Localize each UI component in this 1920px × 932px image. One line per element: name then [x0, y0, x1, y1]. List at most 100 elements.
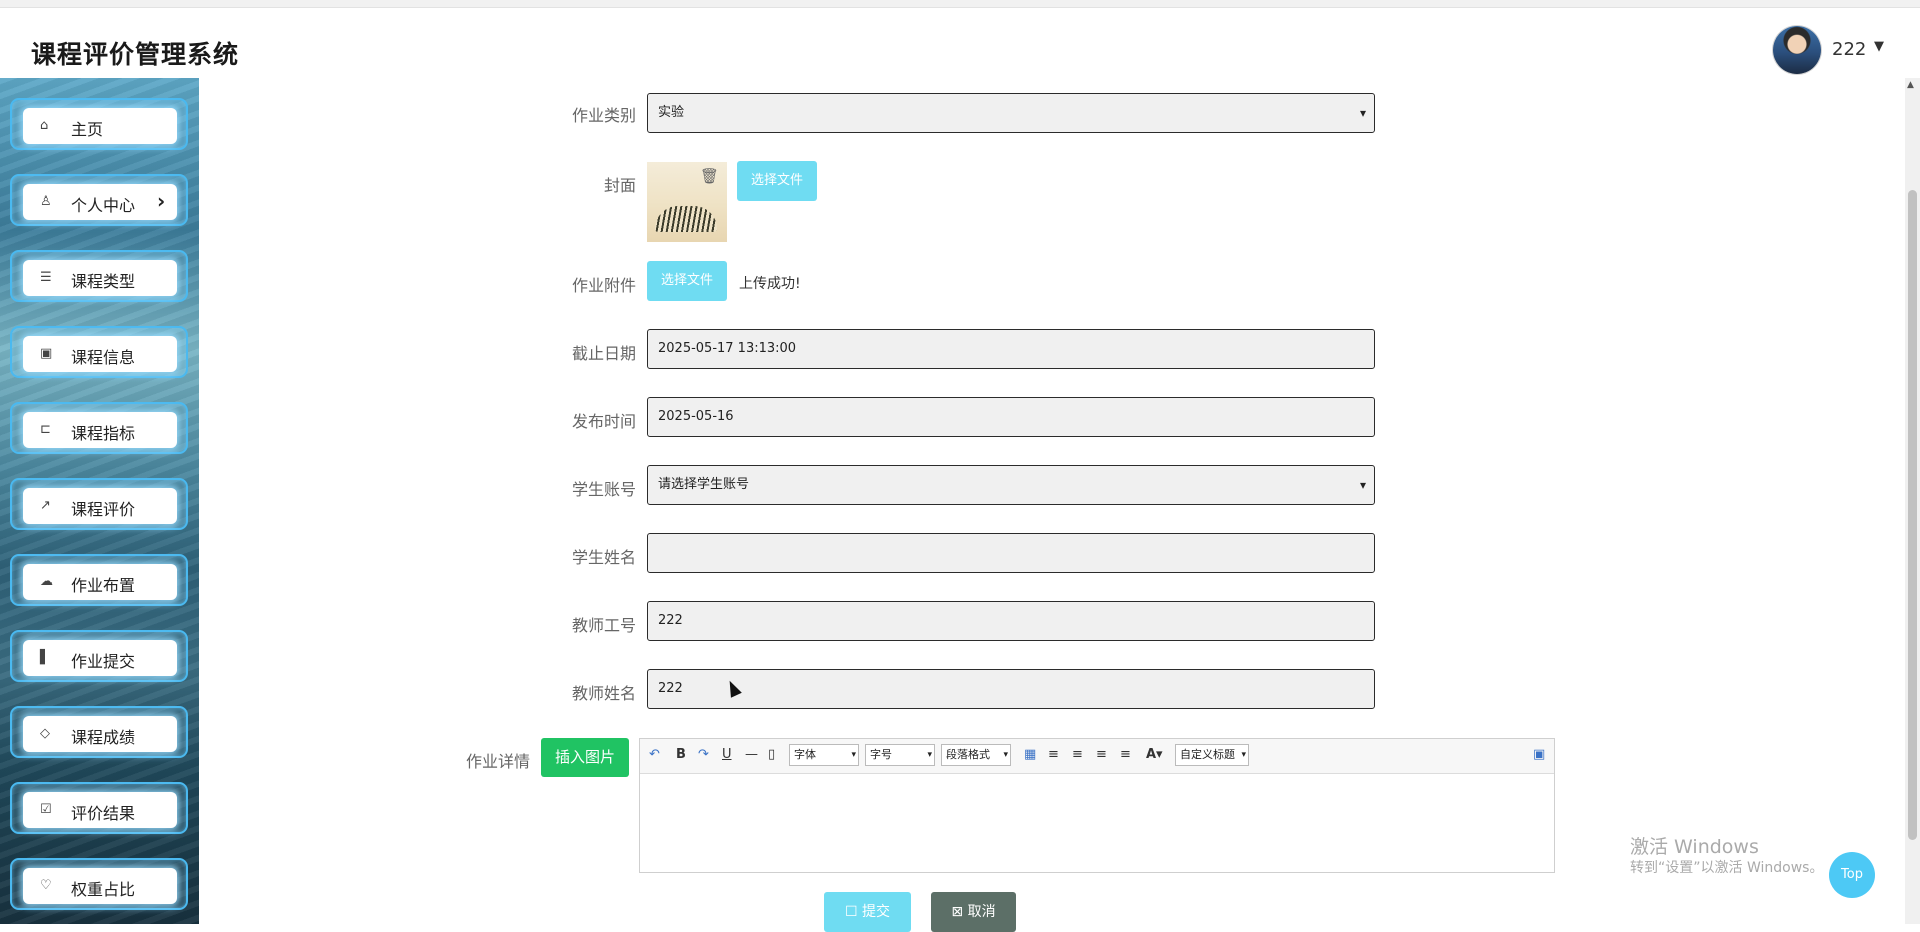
- sidebar-item-body[interactable]: ♡ 权重占比: [23, 868, 177, 904]
- document-icon: ▣: [40, 346, 53, 361]
- sidebar-item-label: 主页: [71, 120, 104, 139]
- upload-status: 上传成功!: [739, 276, 801, 292]
- custom-heading-select[interactable]: 自定义标题 ▾: [1175, 744, 1249, 766]
- back-to-top-button[interactable]: Top: [1829, 852, 1875, 898]
- user-icon: ♙: [40, 194, 52, 209]
- submit-label: 提交: [862, 904, 890, 920]
- sidebar-item-body[interactable]: ◇ 课程成绩: [23, 716, 177, 752]
- redo-icon[interactable]: ↷: [698, 747, 709, 762]
- sidebar-item-body[interactable]: ♙ 个人中心 ›: [23, 184, 177, 220]
- sidebar-item-course-info[interactable]: ▣ 课程信息: [10, 326, 188, 378]
- sidebar-item-label: 课程信息: [71, 348, 136, 367]
- user-name[interactable]: 222: [1832, 39, 1866, 60]
- sidebar-item-body[interactable]: ⊏ 课程指标: [23, 412, 177, 448]
- sidebar-item-label: 权重占比: [71, 880, 136, 899]
- custom-heading-label: 自定义标题: [1180, 748, 1235, 761]
- sidebar-item-weight-ratio[interactable]: ♡ 权重占比: [10, 858, 188, 910]
- attachment-choose-file-button[interactable]: 选择文件: [647, 261, 727, 301]
- size-select[interactable]: 字号 ▾: [865, 744, 935, 766]
- font-color-icon[interactable]: A▾: [1146, 747, 1163, 762]
- teacher-name-field[interactable]: 222: [647, 669, 1375, 709]
- header: 课程评价管理系统 222 ▼: [0, 8, 1920, 78]
- size-select-label: 字号: [870, 748, 892, 761]
- font-select-label: 字体: [794, 748, 816, 761]
- bold-icon[interactable]: B: [676, 747, 686, 762]
- chevron-right-icon[interactable]: ›: [157, 189, 165, 213]
- undo-icon[interactable]: ↶: [649, 747, 660, 762]
- sidebar-item-course-type[interactable]: ☰ 课程类型: [10, 250, 188, 302]
- deadline-label: 截止日期: [572, 344, 637, 363]
- deadline-field[interactable]: 2025-05-17 13:13:00: [647, 329, 1375, 369]
- category-select[interactable]: 实验 ▾: [647, 93, 1375, 133]
- sidebar-item-body[interactable]: ☰ 课程类型: [23, 260, 177, 296]
- activation-watermark-subtitle: 转到“设置”以激活 Windows。: [1630, 860, 1824, 876]
- sidebar-item-body[interactable]: ☁ 作业布置: [23, 564, 177, 600]
- sidebar-item-course-grades[interactable]: ◇ 课程成绩: [10, 706, 188, 758]
- sidebar-item-homework-submit[interactable]: ▌ 作业提交: [10, 630, 188, 682]
- insert-image-button[interactable]: 插入图片: [541, 738, 629, 777]
- caret-down-icon[interactable]: ▼: [1874, 39, 1884, 54]
- sidebar-item-body[interactable]: ☑ 评价结果: [23, 792, 177, 828]
- teacher-name-label: 教师姓名: [572, 684, 637, 703]
- sidebar-item-label: 课程成绩: [71, 728, 136, 747]
- scroll-up-icon[interactable]: ▲: [1907, 80, 1914, 90]
- align-justify-icon[interactable]: ≡: [1120, 747, 1131, 762]
- teacher-id-label: 教师工号: [572, 616, 637, 635]
- student-name-field[interactable]: [647, 533, 1375, 573]
- sidebar-item-course-evaluation[interactable]: ↗ 课程评价: [10, 478, 188, 530]
- align-center-icon[interactable]: ≡: [1096, 747, 1107, 762]
- chevron-down-icon: ▾: [1359, 106, 1366, 120]
- sidebar-item-home[interactable]: ⌂ 主页: [10, 98, 188, 150]
- sidebar-item-homework-assign[interactable]: ☁ 作业布置: [10, 554, 188, 606]
- checklist-icon: ☑: [40, 802, 52, 817]
- table-icon[interactable]: ▦: [1024, 747, 1036, 762]
- horizontal-rule-icon[interactable]: —: [745, 747, 758, 762]
- publish-time-field[interactable]: 2025-05-16: [647, 397, 1375, 437]
- book-illustration: [655, 206, 717, 232]
- scrollbar-thumb[interactable]: [1908, 190, 1917, 840]
- sidebar-item-body[interactable]: ▣ 课程信息: [23, 336, 177, 372]
- paragraph-select[interactable]: 段落格式 ▾: [941, 744, 1011, 766]
- student-account-value: 请选择学生账号: [658, 477, 750, 492]
- student-account-select[interactable]: 请选择学生账号 ▾: [647, 465, 1375, 505]
- heart-icon: ♡: [40, 878, 52, 893]
- cancel-button[interactable]: ⊠ 取消: [931, 892, 1016, 932]
- details-label: 作业详情: [466, 752, 531, 771]
- sidebar-item-body[interactable]: ⌂ 主页: [23, 108, 177, 144]
- list-icon: ☰: [40, 270, 52, 285]
- editor-toolbar: ↶ B ↷ U — ▯ 字体 ▾ 字号 ▾ 段落格式 ▾ ▦ ≡ ≡ ≡ ≡ A…: [640, 739, 1554, 774]
- sidebar: ⌂ 主页 ♙ 个人中心 › ☰ 课程类型 ▣ 课程信息 ⊏ 课程指标 ↗ 课程评…: [0, 78, 199, 924]
- user-avatar[interactable]: [1773, 26, 1821, 74]
- sidebar-item-body[interactable]: ↗ 课程评价: [23, 488, 177, 524]
- category-value: 实验: [658, 105, 685, 120]
- login-icon: ⊏: [40, 422, 51, 437]
- category-label: 作业类别: [572, 106, 637, 125]
- chevron-down-icon: ▾: [1241, 750, 1246, 760]
- font-select[interactable]: 字体 ▾: [789, 744, 859, 766]
- sidebar-item-label: 课程指标: [71, 424, 136, 443]
- sidebar-item-body[interactable]: ▌ 作业提交: [23, 640, 177, 676]
- chevron-down-icon: ▾: [927, 750, 932, 760]
- share-icon: ↗: [40, 498, 51, 513]
- cover-choose-file-button[interactable]: 选择文件: [737, 161, 817, 201]
- chevron-down-icon: ▾: [1359, 478, 1366, 492]
- align-right-icon[interactable]: ≡: [1072, 747, 1083, 762]
- fullscreen-icon[interactable]: ▣: [1533, 747, 1545, 762]
- underline-icon[interactable]: U: [722, 747, 732, 762]
- teacher-id-field[interactable]: 222: [647, 601, 1375, 641]
- student-name-label: 学生姓名: [572, 548, 637, 567]
- sidebar-item-label: 课程评价: [71, 500, 136, 519]
- page-icon[interactable]: ▯: [768, 747, 775, 762]
- cover-label: 封面: [604, 176, 637, 195]
- trash-icon[interactable]: 🗑: [700, 167, 719, 185]
- rich-text-editor[interactable]: ↶ B ↷ U — ▯ 字体 ▾ 字号 ▾ 段落格式 ▾ ▦ ≡ ≡ ≡ ≡ A…: [639, 738, 1555, 873]
- sidebar-item-course-indicator[interactable]: ⊏ 课程指标: [10, 402, 188, 454]
- app-title: 课程评价管理系统: [31, 40, 240, 69]
- publish-time-label: 发布时间: [572, 412, 637, 431]
- sidebar-item-profile[interactable]: ♙ 个人中心 ›: [10, 174, 188, 226]
- cloud-icon: ☁: [40, 574, 53, 589]
- align-left-icon[interactable]: ≡: [1048, 747, 1059, 762]
- sidebar-item-evaluation-result[interactable]: ☑ 评价结果: [10, 782, 188, 834]
- submit-button[interactable]: ☐ 提交: [824, 892, 911, 932]
- chevron-down-icon: ▾: [1003, 750, 1008, 760]
